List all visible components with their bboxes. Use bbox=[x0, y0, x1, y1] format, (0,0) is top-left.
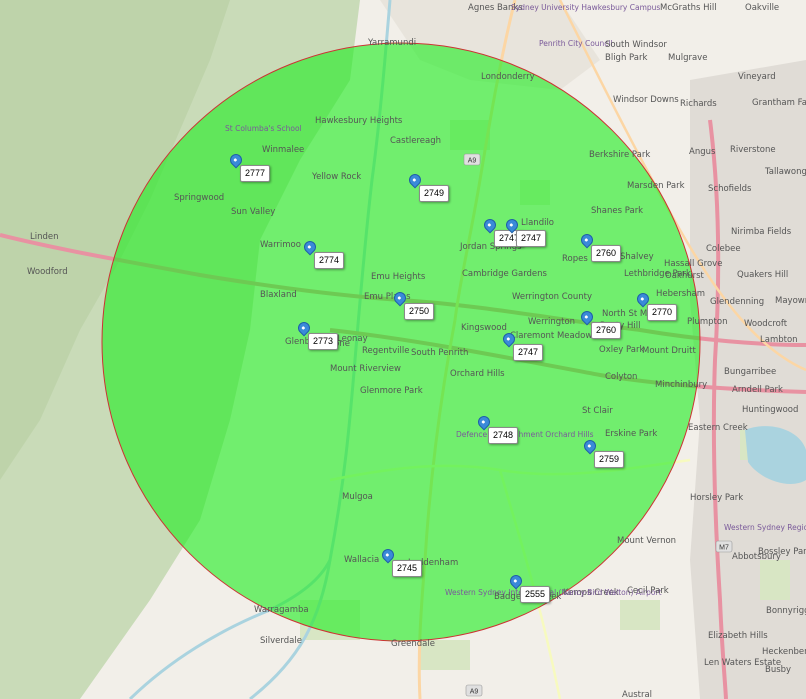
highway-shield-label-0: A9 bbox=[468, 158, 477, 165]
postcode-label-2745[interactable]: 2745 bbox=[392, 560, 423, 577]
postcode-label-2749[interactable]: 2749 bbox=[419, 185, 450, 202]
postcode-label-2747[interactable]: 2747 bbox=[516, 230, 547, 247]
highway-shield-label-1: M7 bbox=[719, 545, 729, 552]
green-patch-6 bbox=[420, 640, 470, 670]
postcode-label-2555[interactable]: 2555 bbox=[520, 586, 551, 603]
urban-area-east bbox=[690, 60, 806, 699]
postcode-label-2759[interactable]: 2759 bbox=[594, 451, 625, 468]
postcode-label-2773[interactable]: 2773 bbox=[308, 333, 339, 350]
postcode-label-2777[interactable]: 2777 bbox=[240, 165, 271, 182]
postcode-label-2760[interactable]: 2760 bbox=[591, 245, 622, 262]
postcode-label-2747[interactable]: 2747 bbox=[513, 344, 544, 361]
postcode-label-2750[interactable]: 2750 bbox=[404, 303, 435, 320]
postcode-label-2760[interactable]: 2760 bbox=[591, 322, 622, 339]
green-patch-4 bbox=[620, 600, 660, 630]
basemap: A9 M7 A9 bbox=[0, 0, 806, 699]
green-patch-3 bbox=[760, 560, 790, 600]
postcode-label-2770[interactable]: 2770 bbox=[647, 304, 678, 321]
postcode-label-2748[interactable]: 2748 bbox=[488, 427, 519, 444]
search-radius-circle bbox=[101, 42, 701, 642]
map-view[interactable]: A9 M7 A9 Agnes Banks Sydney University Hawk… bbox=[0, 0, 806, 699]
highway-shield-label-2: A9 bbox=[470, 689, 479, 696]
postcode-label-2774[interactable]: 2774 bbox=[314, 252, 345, 269]
